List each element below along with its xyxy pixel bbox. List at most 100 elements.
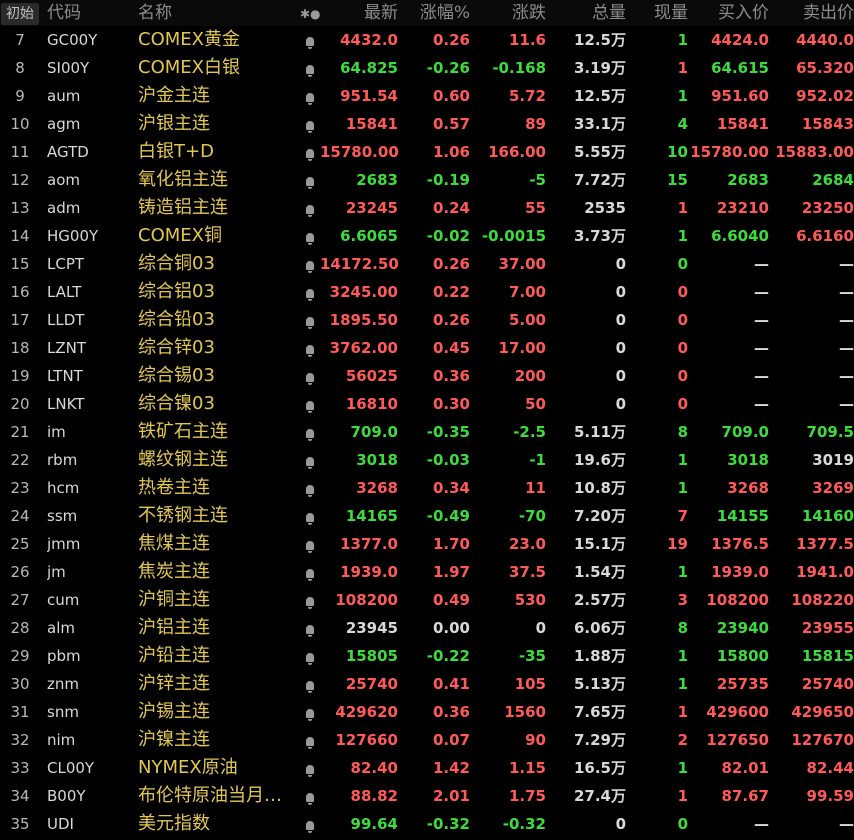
- row-vol: 12.5万: [573, 31, 626, 49]
- bell-icon[interactable]: [300, 474, 320, 502]
- bell-icon[interactable]: [300, 810, 320, 838]
- header-name[interactable]: 名称: [138, 0, 298, 26]
- row-bid: —: [754, 255, 769, 273]
- row-chg: 89: [525, 115, 546, 133]
- bell-icon[interactable]: [300, 558, 320, 586]
- row-code: LTNT: [47, 367, 83, 385]
- table-row[interactable]: 27 cum 沪铜主连 108200 0.49 530 2.57万 3 1082…: [0, 586, 854, 614]
- row-number: 11: [10, 143, 30, 161]
- table-row[interactable]: 11 AGTD 白银T+D 15780.00 1.06 166.00 5.55万…: [0, 138, 854, 166]
- row-number: 27: [10, 591, 30, 609]
- alert-toggle-icon[interactable]: ✱●: [300, 7, 320, 21]
- bell-icon[interactable]: [300, 670, 320, 698]
- row-pct: 0.49: [432, 591, 470, 609]
- table-row[interactable]: 29 pbm 沪铅主连 15805 -0.22 -35 1.88万 1 1580…: [0, 642, 854, 670]
- table-row[interactable]: 10 agm 沪银主连 15841 0.57 89 33.1万 4 15841 …: [0, 110, 854, 138]
- bell-icon[interactable]: [300, 194, 320, 222]
- table-row[interactable]: 22 rbm 螺纹钢主连 3018 -0.03 -1 19.6万 1 3018 …: [0, 446, 854, 474]
- row-name: 沪铝主连: [138, 617, 210, 638]
- bell-icon[interactable]: [300, 362, 320, 390]
- row-last: 3018: [356, 451, 398, 469]
- row-name: 沪银主连: [138, 113, 210, 134]
- table-row[interactable]: 18 LZNT 综合锌03 3762.00 0.45 17.00 0 0 — —: [0, 334, 854, 362]
- bell-icon[interactable]: [300, 418, 320, 446]
- row-ask: —: [839, 815, 854, 833]
- header-ask[interactable]: 卖出价: [769, 0, 854, 26]
- header-cur[interactable]: 现量: [626, 0, 688, 26]
- table-row[interactable]: 34 B00Y 布伦特原油当月… 88.82 2.01 1.75 27.4万 1…: [0, 782, 854, 810]
- header-alert-icon[interactable]: ✱●: [300, 0, 320, 26]
- table-row[interactable]: 23 hcm 热卷主连 3268 0.34 11 10.8万 1 3268 32…: [0, 474, 854, 502]
- row-code: jmm: [47, 535, 81, 553]
- table-row[interactable]: 32 nim 沪镍主连 127660 0.07 90 7.29万 2 12765…: [0, 726, 854, 754]
- row-chg: 1560: [504, 703, 546, 721]
- row-code: UDI: [47, 815, 74, 833]
- header-bid[interactable]: 买入价: [688, 0, 769, 26]
- table-row[interactable]: 7 GC00Y COMEX黄金 4432.0 0.26 11.6 12.5万 1…: [0, 26, 854, 54]
- bell-icon[interactable]: [300, 446, 320, 474]
- table-row[interactable]: 28 alm 沪铝主连 23945 0.00 0 6.06万 8 23940 2…: [0, 614, 854, 642]
- header-vol[interactable]: 总量: [546, 0, 626, 26]
- row-bid: —: [754, 815, 769, 833]
- row-chg: -5: [529, 171, 546, 189]
- table-row[interactable]: 12 aom 氧化铝主连 2683 -0.19 -5 7.72万 15 2683…: [0, 166, 854, 194]
- bell-icon[interactable]: [300, 110, 320, 138]
- bell-icon[interactable]: [300, 166, 320, 194]
- row-name: 沪铜主连: [138, 589, 210, 610]
- bell-icon[interactable]: [300, 334, 320, 362]
- bell-icon[interactable]: [300, 250, 320, 278]
- table-row[interactable]: 21 im 铁矿石主连 709.0 -0.35 -2.5 5.11万 8 709…: [0, 418, 854, 446]
- table-row[interactable]: 16 LALT 综合铝03 3245.00 0.22 7.00 0 0 — —: [0, 278, 854, 306]
- row-vol: 27.4万: [573, 787, 626, 805]
- header-pct[interactable]: 涨幅%: [398, 0, 470, 26]
- table-row[interactable]: 14 HG00Y COMEX铜 6.6065 -0.02 -0.0015 3.7…: [0, 222, 854, 250]
- initial-badge[interactable]: 初始: [1, 3, 39, 25]
- table-row[interactable]: 17 LLDT 综合铅03 1895.50 0.26 5.00 0 0 — —: [0, 306, 854, 334]
- bell-icon[interactable]: [300, 530, 320, 558]
- bell-icon[interactable]: [300, 222, 320, 250]
- row-pct: 0.07: [432, 731, 470, 749]
- bell-icon[interactable]: [300, 698, 320, 726]
- table-row[interactable]: 35 UDI 美元指数 99.64 -0.32 -0.32 0 0 — —: [0, 810, 854, 838]
- bell-icon[interactable]: [300, 502, 320, 530]
- header-latest[interactable]: 最新: [320, 0, 398, 26]
- table-row[interactable]: 13 adm 铸造铝主连 23245 0.24 55 2535 1 23210 …: [0, 194, 854, 222]
- header-chg[interactable]: 涨跌: [470, 0, 546, 26]
- row-bid: 25735: [716, 675, 769, 693]
- row-code: nim: [47, 731, 76, 749]
- row-cur: 1: [677, 479, 688, 497]
- table-row[interactable]: 30 znm 沪锌主连 25740 0.41 105 5.13万 1 25735…: [0, 670, 854, 698]
- bell-icon[interactable]: [300, 54, 320, 82]
- table-row[interactable]: 25 jmm 焦煤主连 1377.0 1.70 23.0 15.1万 19 13…: [0, 530, 854, 558]
- row-vol: 7.20万: [573, 507, 626, 525]
- table-row[interactable]: 8 SI00Y COMEX白银 64.825 -0.26 -0.168 3.19…: [0, 54, 854, 82]
- bell-icon[interactable]: [300, 278, 320, 306]
- bell-icon[interactable]: [300, 138, 320, 166]
- table-row[interactable]: 24 ssm 不锈钢主连 14165 -0.49 -70 7.20万 7 141…: [0, 502, 854, 530]
- bell-icon[interactable]: [300, 726, 320, 754]
- bell-icon[interactable]: [300, 306, 320, 334]
- bell-icon[interactable]: [300, 586, 320, 614]
- bell-icon[interactable]: [300, 82, 320, 110]
- bell-icon[interactable]: [300, 782, 320, 810]
- table-row[interactable]: 26 jm 焦炭主连 1939.0 1.97 37.5 1.54万 1 1939…: [0, 558, 854, 586]
- bell-icon[interactable]: [300, 754, 320, 782]
- header-initial[interactable]: 初始: [0, 0, 40, 26]
- header-code[interactable]: 代码: [47, 0, 132, 26]
- table-row[interactable]: 33 CL00Y NYMEX原油 82.40 1.42 1.15 16.5万 1…: [0, 754, 854, 782]
- bell-icon[interactable]: [300, 642, 320, 670]
- table-row[interactable]: 31 snm 沪锡主连 429620 0.36 1560 7.65万 1 429…: [0, 698, 854, 726]
- row-vol: 10.8万: [573, 479, 626, 497]
- row-name: 综合镍03: [138, 393, 215, 414]
- table-row[interactable]: 19 LTNT 综合锡03 56025 0.36 200 0 0 — —: [0, 362, 854, 390]
- table-row[interactable]: 15 LCPT 综合铜03 14172.50 0.26 37.00 0 0 — …: [0, 250, 854, 278]
- bell-icon[interactable]: [300, 26, 320, 54]
- row-cur: 1: [677, 451, 688, 469]
- row-number: 17: [10, 311, 30, 329]
- row-code: aum: [47, 87, 81, 105]
- table-row[interactable]: 20 LNKT 综合镍03 16810 0.30 50 0 0 — —: [0, 390, 854, 418]
- bell-icon[interactable]: [300, 614, 320, 642]
- row-code: pbm: [47, 647, 81, 665]
- bell-icon[interactable]: [300, 390, 320, 418]
- table-row[interactable]: 9 aum 沪金主连 951.54 0.60 5.72 12.5万 1 951.…: [0, 82, 854, 110]
